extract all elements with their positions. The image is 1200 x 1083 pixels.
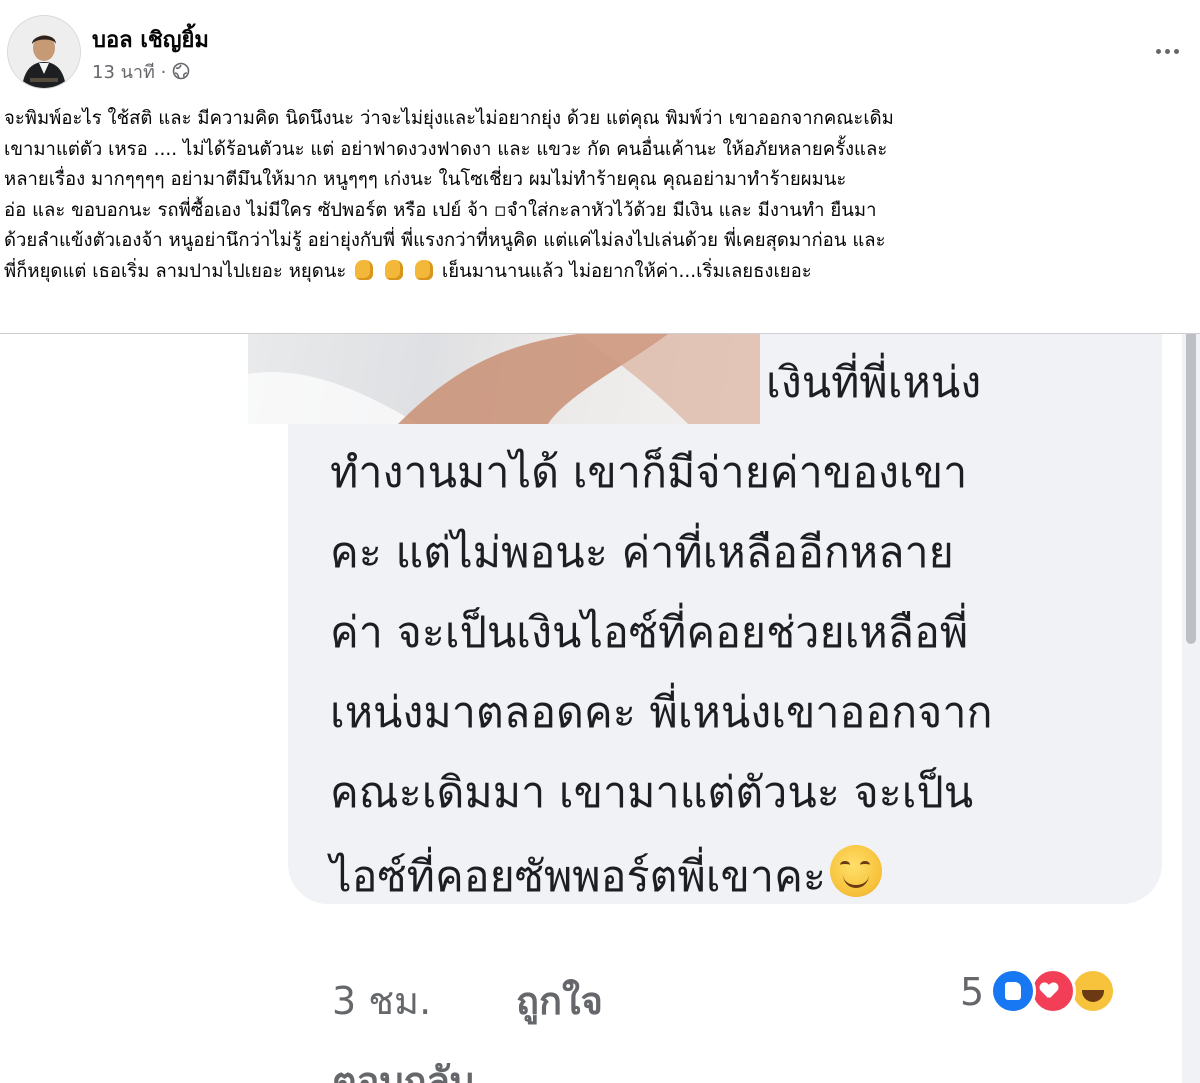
caption-line-last: พี่ก็หยุดแต่ เธอเริ่ม ลามปามไปเยอะ หยุดน… <box>4 257 1194 288</box>
caption-text: พี่ก็หยุดแต่ เธอเริ่ม ลามปามไปเยอะ หยุดน… <box>4 260 347 282</box>
caption-line: อ่อ และ ขอบอกนะ รถพี่ซื้อเอง ไม่มีใคร ซั… <box>4 199 877 221</box>
love-icon[interactable] <box>1030 968 1076 1014</box>
comment-line: คะ แต่ไม่พอนะ ค่าที่เหลืออีกหลาย <box>330 528 954 578</box>
smiling-face-emoji <box>829 845 882 897</box>
like-icon[interactable] <box>990 968 1036 1014</box>
avatar-portrait <box>8 16 80 88</box>
post-time[interactable]: 13 นาที · <box>92 57 166 86</box>
caption-text: เย็นมานานแล้ว ไม่อยากให้ค่า...เริ่มเลยธง… <box>441 260 812 282</box>
scrollbar-thumb[interactable] <box>1186 334 1196 644</box>
post-card: บอล เชิญยิ้ม 13 นาที · จะพิมพ์อะไร ใช้สต… <box>0 0 1200 334</box>
cropped-photo <box>248 334 760 424</box>
post-author-name[interactable]: บอล เชิญยิ้ม <box>92 22 209 57</box>
caption-line: เขามาแต่ตัว เหรอ .... ไม่ได้ร้อนตัวนะ แต… <box>4 138 888 160</box>
globe-icon <box>173 62 190 80</box>
comment-line: ทำงานมาได้ เขาก็มีจ่ายค่าของเขา <box>330 448 968 498</box>
waving-hand-emoji <box>385 259 404 280</box>
comment-line: คณะเดิมมา เขามาแต่ตัวนะ จะเป็น <box>330 768 974 818</box>
waving-hand-emoji <box>415 259 434 280</box>
post-meta: 13 นาที · <box>92 58 190 84</box>
comment-time[interactable]: 3 ชม. <box>332 970 431 1031</box>
comment-line: เหน่งมาตลอดคะ พี่เหน่งเขาออกจาก <box>330 688 993 738</box>
scrollbar-track[interactable] <box>1182 334 1200 1083</box>
comment-line-last: ไอซ์ที่คอยซัพพอร์ตพี่เขาคะ <box>330 842 882 910</box>
caption-line: หลายเรื่อง มากๆๆๆๆ อย่ามาตีมึนให้มาก หนู… <box>4 169 847 190</box>
caption-line: ด้วยลำแข้งตัวเองจ้า หนูอย่านึกว่าไม่รู้ … <box>4 230 886 251</box>
comment-screenshot: เงินที่พี่เหน่ง ทำงานมาได้ เขาก็มีจ่ายค่… <box>0 334 1200 1083</box>
haha-icon[interactable] <box>1070 968 1116 1014</box>
reaction-count[interactable]: 5 <box>960 970 984 1014</box>
comment-line: ค่า จะเป็นเงินไอซ์ที่คอยช่วยเหลือพี่ <box>330 608 969 658</box>
avatar[interactable] <box>8 16 80 88</box>
reply-button[interactable]: ตอบกลับ <box>332 1050 474 1083</box>
post-caption: จะพิมพ์อะไร ใช้สติ และ มีความคิด นิดนึงน… <box>4 104 1194 287</box>
comment-line: เงินที่พี่เหน่ง <box>766 358 982 408</box>
caption-line: จะพิมพ์อะไร ใช้สติ และ มีความคิด นิดนึงน… <box>4 108 894 129</box>
comment-text: ไอซ์ที่คอยซัพพอร์ตพี่เขาคะ <box>330 852 826 902</box>
like-button[interactable]: ถูกใจ <box>516 970 603 1031</box>
waving-hand-emoji <box>355 259 374 280</box>
more-options-icon[interactable] <box>1152 36 1182 66</box>
